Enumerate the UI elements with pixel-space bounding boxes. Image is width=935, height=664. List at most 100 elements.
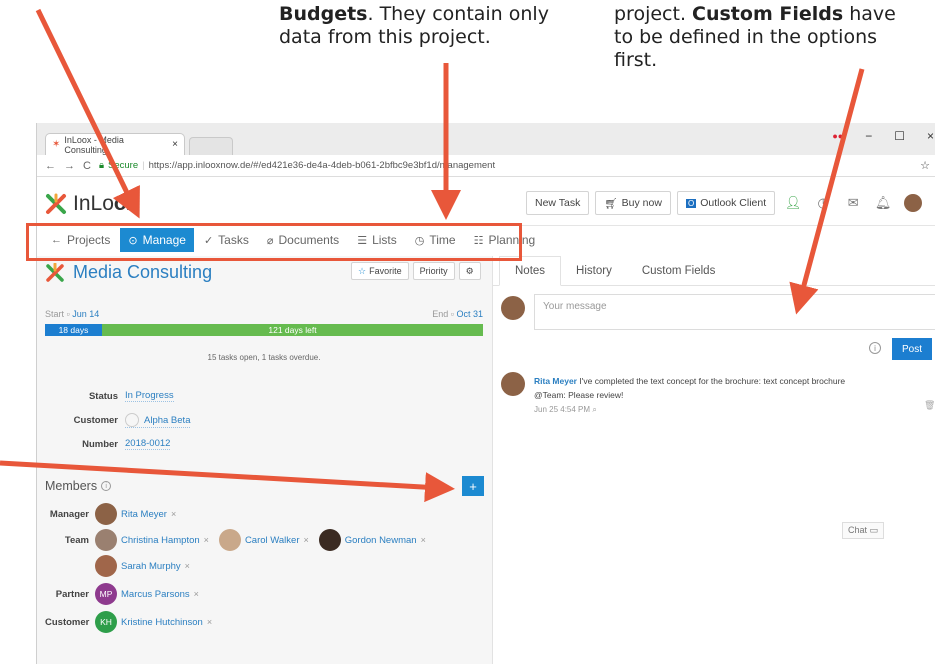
- notes-tabs: Notes History Custom Fields: [493, 256, 935, 286]
- project-logo-icon: [46, 262, 64, 282]
- url-text: https://app.inlooxnow.de/#/ed421e36-de4a…: [148, 160, 496, 171]
- add-member-button[interactable]: +: [462, 476, 484, 496]
- tab-label: Custom Fields: [641, 264, 716, 277]
- clock-icon[interactable]: ◷: [811, 191, 835, 215]
- favorite-label: Favorite: [369, 266, 402, 276]
- status-value[interactable]: In Progress: [125, 390, 174, 402]
- calendar-icon: ▫: [66, 309, 70, 319]
- avatar: [501, 296, 525, 320]
- inbox-icon[interactable]: ✉: [841, 191, 865, 215]
- remove-icon[interactable]: ×: [171, 509, 176, 519]
- url-separator: |: [142, 160, 145, 171]
- inloox-logo-icon: [46, 193, 66, 214]
- minimize-icon[interactable]: −: [865, 129, 872, 143]
- number-value[interactable]: 2018-0012: [125, 438, 171, 450]
- avatar: [218, 529, 241, 551]
- cart-icon: 🛒︎: [604, 197, 618, 210]
- member-name: Rita Meyer: [121, 508, 167, 520]
- add-user-icon[interactable]: 👤︎: [781, 191, 805, 215]
- comment-author[interactable]: Rita Meyer: [534, 376, 577, 386]
- caption-custom-fields: project. Custom Fields have to be define…: [614, 3, 935, 72]
- info-icon[interactable]: i: [101, 481, 112, 491]
- new-task-label: New Task: [535, 197, 581, 209]
- forward-icon[interactable]: →: [64, 160, 75, 172]
- maximize-icon[interactable]: ☐: [894, 129, 905, 143]
- message-input[interactable]: Your message: [534, 294, 935, 330]
- priority-button[interactable]: Priority: [412, 262, 455, 280]
- brand-logo[interactable]: InLoox: [45, 192, 138, 216]
- project-title-text[interactable]: Media Consulting: [73, 262, 212, 283]
- caption-budgets: Budgets. They contain only data from thi…: [279, 3, 609, 49]
- customer-row: Customer KH Kristine Hutchinson ×: [45, 611, 222, 633]
- user-avatar[interactable]: [901, 191, 925, 215]
- start-date-value: Jun 14: [72, 309, 100, 319]
- tab-label: History: [576, 264, 612, 277]
- bell-icon[interactable]: 🔔︎: [871, 191, 895, 215]
- back-icon[interactable]: ←: [45, 160, 56, 172]
- remove-icon[interactable]: ×: [207, 617, 212, 627]
- outlook-client-button[interactable]: O Outlook Client: [676, 191, 776, 215]
- member-name: Christina Hampton: [121, 534, 200, 546]
- post-button[interactable]: Post: [892, 338, 932, 360]
- end-date[interactable]: End ▫ Oct 31: [432, 309, 483, 319]
- manager-row: Manager Rita Meyer ×: [45, 503, 186, 525]
- partner-row: Partner MP Marcus Parsons ×: [45, 583, 209, 605]
- progress-elapsed: 18 days: [45, 324, 102, 336]
- start-date[interactable]: Start ▫ Jun 14: [45, 309, 99, 319]
- end-label: End: [432, 309, 449, 319]
- close-window-icon[interactable]: ×: [927, 129, 934, 143]
- zoom-icon[interactable]: ⌕: [592, 405, 596, 414]
- address-bar: ← → C 🔒︎ Secure | https://app.inlooxnow.…: [37, 155, 935, 177]
- favorite-button[interactable]: ☆ Favorite: [351, 262, 409, 280]
- avatar: KH: [95, 611, 117, 633]
- member-chip[interactable]: Carol Walker ×: [218, 529, 309, 551]
- tab-close-icon[interactable]: ×: [172, 139, 178, 150]
- buy-now-button[interactable]: 🛒︎ Buy now: [595, 191, 671, 215]
- remove-icon[interactable]: ×: [185, 561, 190, 571]
- avatar: [95, 529, 117, 551]
- customer-label: Customer: [73, 415, 118, 426]
- remove-icon[interactable]: ×: [303, 535, 308, 545]
- remove-icon[interactable]: ×: [194, 589, 199, 599]
- customer-value[interactable]: Alpha Beta: [125, 413, 191, 428]
- tab-history[interactable]: History: [561, 256, 627, 285]
- member-chip[interactable]: KH Kristine Hutchinson ×: [95, 611, 212, 633]
- trash-icon[interactable]: 🗑︎: [924, 400, 935, 411]
- team-row: Team Christina Hampton × Carol Walker × Go…: [45, 529, 436, 551]
- new-tab-button[interactable]: [189, 137, 233, 155]
- new-task-button[interactable]: New Task: [526, 191, 590, 215]
- browser-tab[interactable]: ✶ InLoox - Media Consulting ×: [45, 133, 185, 155]
- avatar: [318, 529, 341, 551]
- settings-button[interactable]: ⚙: [458, 262, 481, 280]
- gear-icon: ⚙: [465, 265, 474, 276]
- project-actions: ☆ Favorite Priority ⚙: [351, 262, 481, 280]
- member-chip[interactable]: Christina Hampton ×: [95, 529, 209, 551]
- tab-label: Notes: [515, 265, 546, 277]
- chat-button[interactable]: Chat ▭: [842, 522, 885, 539]
- calendar-icon: ▫: [450, 309, 454, 319]
- member-chip[interactable]: Rita Meyer ×: [95, 503, 176, 525]
- priority-label: Priority: [419, 266, 448, 276]
- inloox-favicon-icon: ✶: [52, 139, 61, 150]
- tab-custom-fields[interactable]: Custom Fields: [627, 256, 731, 285]
- member-chip[interactable]: Gordon Newman ×: [318, 529, 426, 551]
- secure-label: Secure: [108, 160, 139, 171]
- reload-icon[interactable]: C: [83, 160, 91, 172]
- remove-icon[interactable]: ×: [421, 535, 426, 545]
- profile-icon[interactable]: ●●: [832, 131, 843, 141]
- notes-panel: Notes History Custom Fields Your message…: [493, 256, 935, 664]
- bookmark-star-icon[interactable]: ☆: [920, 159, 930, 172]
- avatar: [501, 372, 525, 396]
- info-icon[interactable]: i: [869, 342, 881, 354]
- status-field: Status In Progress: [45, 390, 174, 402]
- tasks-summary: 15 tasks open, 1 tasks overdue.: [207, 353, 321, 362]
- status-label: Status: [88, 390, 118, 402]
- customer-member-label: Customer: [45, 616, 90, 628]
- member-chip[interactable]: Sarah Murphy ×: [95, 555, 190, 577]
- chat-label: Chat: [848, 525, 868, 535]
- url-field[interactable]: 🔒︎ Secure | https://app.inlooxnow.de/#/e…: [99, 160, 495, 171]
- remove-icon[interactable]: ×: [204, 535, 209, 545]
- caption-text: project.: [614, 3, 693, 25]
- member-chip[interactable]: MP Marcus Parsons ×: [95, 583, 199, 605]
- comment-text: I've completed the text concept for the …: [579, 376, 846, 386]
